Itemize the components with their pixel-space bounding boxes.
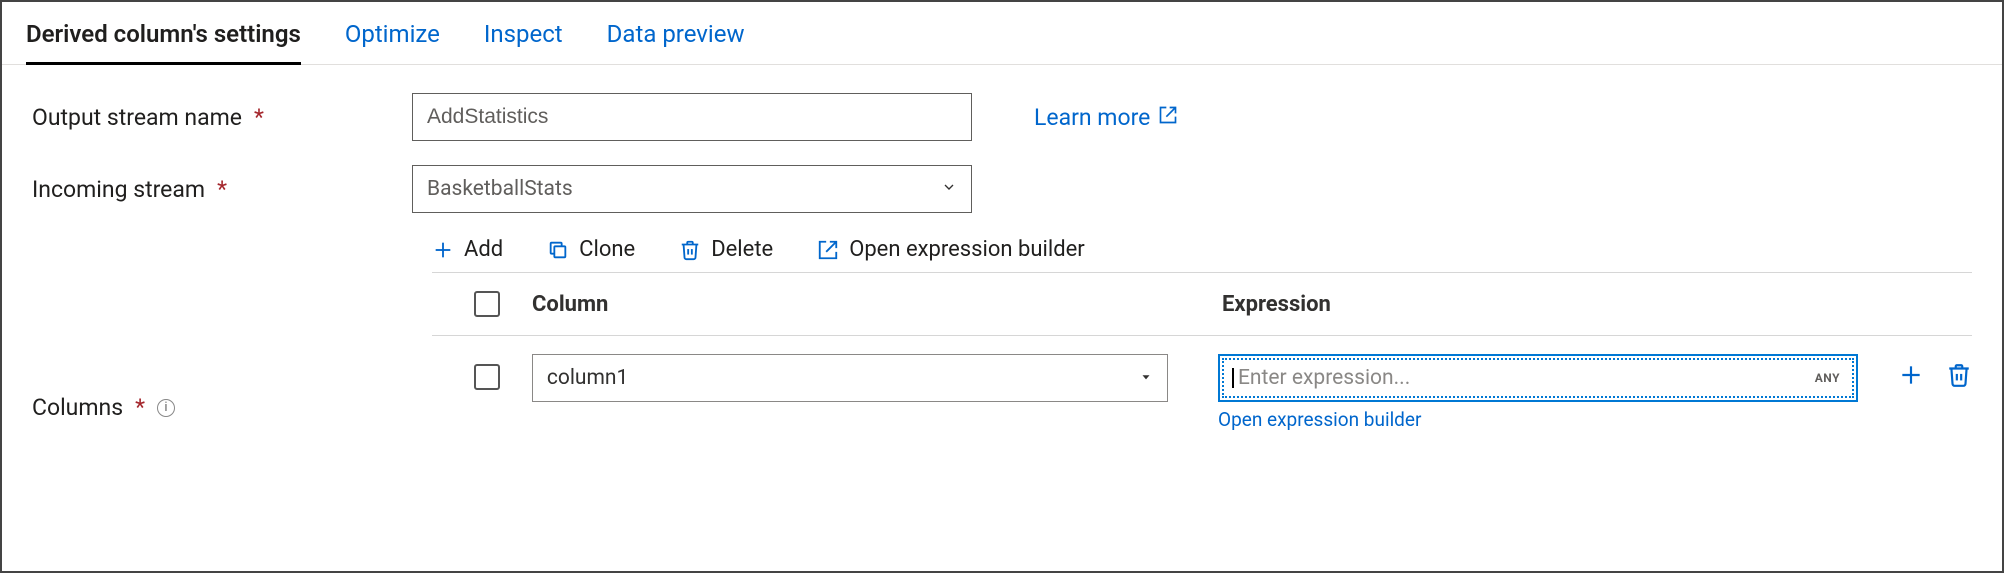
learn-more-link[interactable]: Learn more xyxy=(1034,104,1178,131)
expression-placeholder: Enter expression... xyxy=(1232,366,1410,390)
open-expression-builder-button[interactable]: Open expression builder xyxy=(817,237,1085,262)
clone-button[interactable]: Clone xyxy=(547,237,635,262)
select-all-checkbox[interactable] xyxy=(474,291,500,317)
incoming-stream-value: BasketballStats xyxy=(427,177,573,201)
column-name-input[interactable]: column1 xyxy=(532,354,1168,402)
output-stream-input[interactable] xyxy=(412,93,972,141)
columns-table: Column Expression column1 Enter expressi… xyxy=(432,272,1972,431)
header-column: Column xyxy=(532,292,1222,317)
columns-label: Columns* i xyxy=(32,394,412,421)
incoming-stream-select[interactable]: BasketballStats xyxy=(412,165,972,213)
column-name-value: column1 xyxy=(547,366,628,390)
add-button[interactable]: Add xyxy=(432,237,503,262)
required-asterisk: * xyxy=(135,394,145,421)
copy-icon xyxy=(547,239,569,261)
required-asterisk: * xyxy=(254,104,264,131)
output-stream-label: Output stream name* xyxy=(32,104,412,131)
tab-settings[interactable]: Derived column's settings xyxy=(26,20,301,65)
tab-optimize[interactable]: Optimize xyxy=(345,20,440,65)
trash-icon xyxy=(679,239,701,261)
table-row: column1 Enter expression... ANY Open exp… xyxy=(432,336,1972,431)
delete-button[interactable]: Delete xyxy=(679,237,773,262)
expression-input[interactable]: Enter expression... ANY xyxy=(1218,354,1858,402)
columns-toolbar: Add Clone Delete Open expression builder xyxy=(432,237,1972,262)
add-row-button[interactable] xyxy=(1898,362,1924,393)
delete-row-button[interactable] xyxy=(1946,362,1972,393)
tab-data-preview[interactable]: Data preview xyxy=(607,20,745,65)
type-badge: ANY xyxy=(1811,369,1844,387)
external-link-icon xyxy=(1158,104,1178,131)
info-icon[interactable]: i xyxy=(157,399,175,417)
chevron-down-icon xyxy=(941,177,957,201)
columns-header-row: Column Expression xyxy=(432,273,1972,336)
incoming-stream-label: Incoming stream* xyxy=(32,176,412,203)
header-expression: Expression xyxy=(1222,292,1331,317)
external-link-icon xyxy=(817,239,839,261)
tabs-bar: Derived column's settings Optimize Inspe… xyxy=(2,2,2002,65)
tab-inspect[interactable]: Inspect xyxy=(484,20,563,65)
caret-down-icon xyxy=(1139,366,1153,390)
plus-icon xyxy=(432,239,454,261)
row-checkbox[interactable] xyxy=(474,364,500,390)
open-expression-builder-link[interactable]: Open expression builder xyxy=(1218,408,1858,431)
required-asterisk: * xyxy=(217,176,227,203)
